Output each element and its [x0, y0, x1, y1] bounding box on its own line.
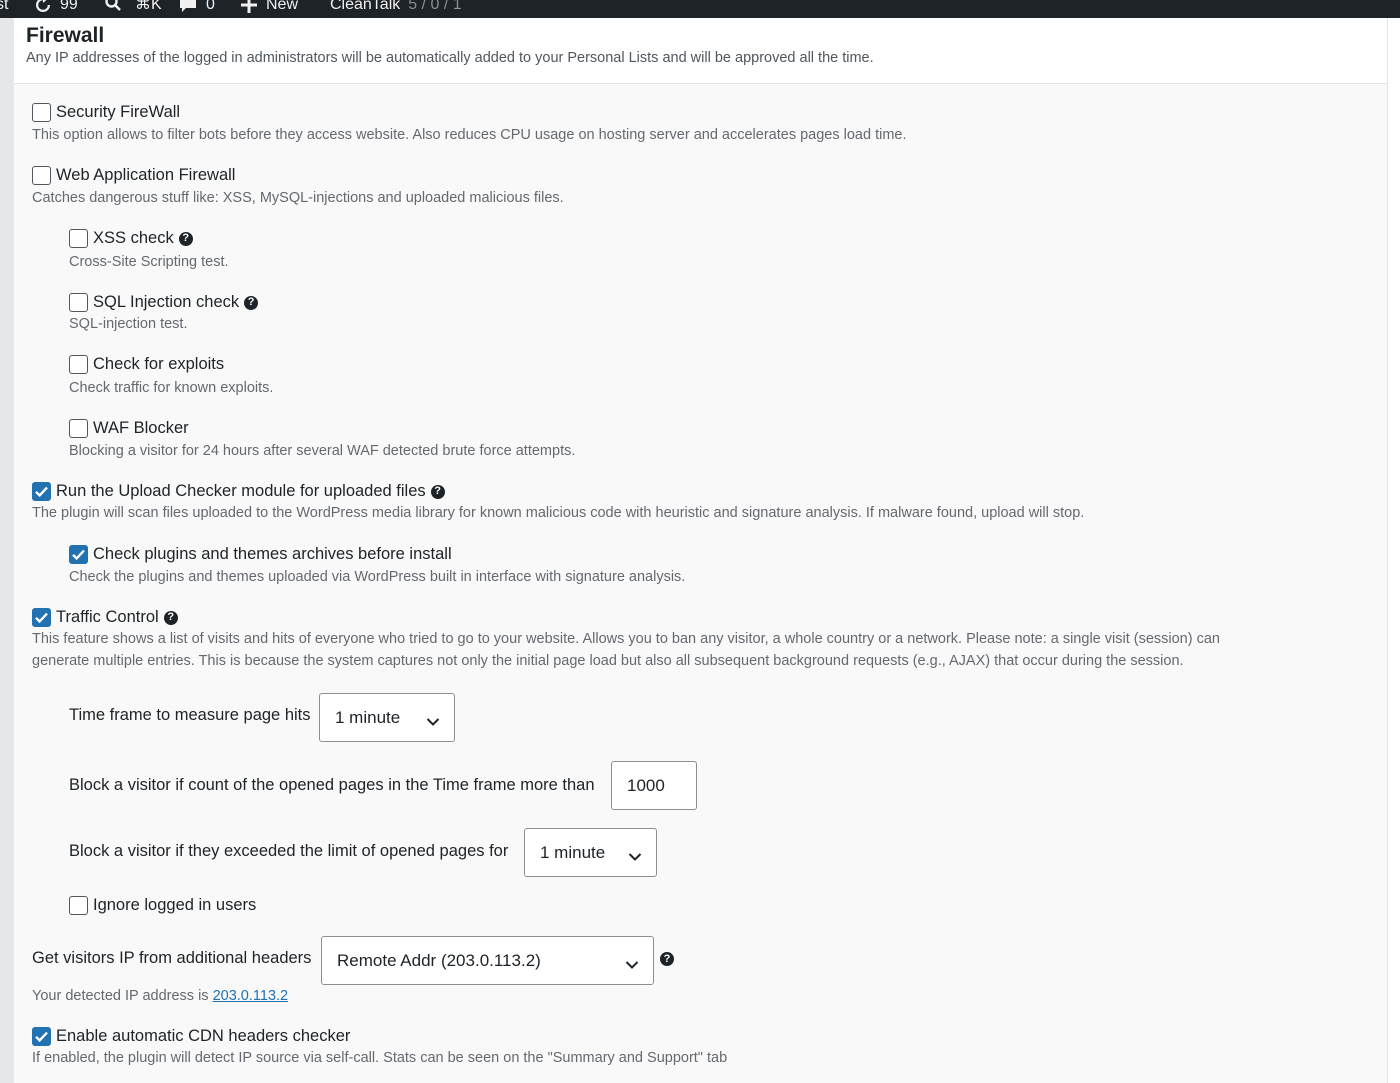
page-limit-value: 1000: [627, 775, 665, 795]
option-ignore-logged[interactable]: Ignore logged in users: [69, 896, 256, 915]
option-upload-checker[interactable]: Run the Upload Checker module for upload…: [32, 482, 445, 501]
upload-checker-desc: The plugin will scan files uploaded to t…: [32, 505, 1085, 521]
archives-check-label: Check plugins and themes archives before…: [93, 545, 452, 563]
option-traffic-control[interactable]: Traffic Control ?: [32, 608, 178, 627]
waf-checkbox[interactable]: [32, 166, 51, 185]
exploits-label: Check for exploits: [93, 355, 225, 373]
block-period-label: Block a visitor if they exceeded the lim…: [69, 842, 509, 860]
security-firewall-desc: This option allows to filter bots before…: [32, 127, 907, 143]
chevron-down-icon: [625, 955, 639, 975]
cdn-checker-label: Enable automatic CDN headers checker: [56, 1027, 351, 1045]
admin-bar-plugin[interactable]: CleanTalk 5 / 0 / 1: [330, 0, 462, 16]
waf-blocker-checkbox[interactable]: [69, 419, 88, 438]
traffic-control-desc-line1: This feature shows a list of visits and …: [32, 631, 1220, 647]
chevron-down-icon: [426, 712, 440, 732]
page-limit-label: Block a visitor if count of the opened p…: [69, 776, 595, 794]
xss-check-label: XSS check: [93, 229, 174, 247]
comments-icon: [178, 0, 198, 14]
help-icon[interactable]: ?: [178, 231, 193, 246]
admin-bar-site[interactable]: st: [0, 0, 8, 16]
checkmark-icon: [72, 549, 85, 561]
cdn-checker-desc: If enabled, the plugin will detect IP so…: [32, 1050, 728, 1066]
block-period-value: 1 minute: [540, 842, 606, 862]
archives-check-checkbox[interactable]: [69, 545, 88, 564]
admin-bar-comments[interactable]: 0: [178, 0, 215, 16]
upload-checker-checkbox[interactable]: [32, 482, 51, 501]
search-icon: [104, 0, 122, 12]
sql-check-desc: SQL-injection test.: [69, 316, 188, 332]
checkmark-icon: [35, 612, 48, 624]
ip-headers-label: Get visitors IP from additional headers: [32, 949, 312, 967]
updates-count: 99: [60, 0, 78, 13]
xss-check-checkbox[interactable]: [69, 229, 88, 248]
waf-label: Web Application Firewall: [56, 166, 236, 184]
detected-ip-prefix: Your detected IP address is: [32, 988, 209, 1004]
option-security-firewall[interactable]: Security FireWall: [32, 103, 180, 122]
sql-check-label: SQL Injection check: [93, 293, 240, 311]
ip-headers-select[interactable]: Remote Addr (203.0.113.2): [321, 936, 654, 985]
traffic-control-checkbox[interactable]: [32, 608, 51, 627]
waf-blocker-desc: Blocking a visitor for 24 hours after se…: [69, 443, 576, 459]
time-frame-value: 1 minute: [335, 707, 401, 727]
ignore-logged-label: Ignore logged in users: [93, 896, 257, 914]
checkmark-icon: [35, 1031, 48, 1043]
help-icon[interactable]: ?: [430, 484, 445, 499]
xss-check-desc: Cross-Site Scripting test.: [69, 254, 229, 270]
admin-bar: st 99 ⌘K 0 New CleanTalk 5 / 0 / 1: [0, 0, 1400, 18]
admin-bar-updates[interactable]: 99: [34, 0, 78, 16]
option-exploits[interactable]: Check for exploits: [69, 355, 224, 374]
scrollbar-gutter[interactable]: [1387, 18, 1400, 1083]
plugin-counts: 5 / 0 / 1: [408, 0, 462, 13]
sql-check-checkbox[interactable]: [69, 293, 88, 312]
section-header: Firewall Any IP addresses of the logged …: [14, 18, 1387, 84]
section-title: Firewall: [26, 24, 105, 47]
exploits-desc: Check traffic for known exploits.: [69, 380, 274, 396]
new-label: New: [266, 0, 299, 13]
help-icon[interactable]: ?: [163, 610, 178, 625]
option-archives-check[interactable]: Check plugins and themes archives before…: [69, 545, 452, 564]
plus-icon: [240, 0, 258, 14]
admin-bar-new[interactable]: New: [240, 0, 298, 16]
exploits-checkbox[interactable]: [69, 355, 88, 374]
block-period-select[interactable]: 1 minute: [524, 828, 657, 877]
time-frame-label: Time frame to measure page hits: [69, 706, 311, 724]
option-waf[interactable]: Web Application Firewall: [32, 166, 235, 185]
traffic-control-label: Traffic Control: [56, 608, 159, 626]
waf-desc: Catches dangerous stuff like: XSS, MySQL…: [32, 190, 564, 206]
cdn-checker-checkbox[interactable]: [32, 1027, 51, 1046]
option-cdn-checker[interactable]: Enable automatic CDN headers checker: [32, 1027, 350, 1046]
ignore-logged-checkbox[interactable]: [69, 896, 88, 915]
ip-headers-value: Remote Addr (203.0.113.2): [337, 950, 541, 970]
option-xss-check[interactable]: XSS check ?: [69, 229, 193, 248]
checkmark-icon: [35, 486, 48, 498]
security-firewall-label: Security FireWall: [56, 103, 181, 121]
archives-check-desc: Check the plugins and themes uploaded vi…: [69, 569, 686, 585]
admin-menu-edge: [0, 18, 14, 1083]
option-sql-check[interactable]: SQL Injection check ?: [69, 293, 259, 312]
updates-icon: [34, 0, 52, 14]
option-waf-blocker[interactable]: WAF Blocker: [69, 419, 189, 438]
time-frame-select[interactable]: 1 minute: [319, 693, 455, 742]
security-firewall-checkbox[interactable]: [32, 103, 51, 122]
section-subtitle: Any IP addresses of the logged in admini…: [26, 50, 874, 66]
plugin-label: CleanTalk: [330, 0, 401, 13]
detected-ip-link[interactable]: 203.0.113.2: [213, 988, 289, 1004]
upload-checker-label: Run the Upload Checker module for upload…: [56, 482, 426, 500]
detected-ip-line: Your detected IP address is 203.0.113.2: [32, 988, 288, 1004]
page-limit-input[interactable]: 1000: [611, 761, 697, 810]
admin-bar-shortcut[interactable]: ⌘K: [135, 0, 162, 16]
admin-bar-site-label: st: [0, 0, 9, 13]
admin-bar-search[interactable]: [104, 0, 122, 12]
help-icon[interactable]: ?: [244, 295, 259, 310]
waf-blocker-label: WAF Blocker: [93, 419, 189, 437]
shortcut-label: ⌘K: [135, 0, 162, 13]
chevron-down-icon: [628, 847, 642, 867]
help-icon[interactable]: ?: [660, 952, 674, 966]
firewall-settings-panel: Firewall Any IP addresses of the logged …: [14, 18, 1387, 1083]
traffic-control-desc-line2: generate multiple entries. This is becau…: [32, 653, 1184, 669]
comments-count: 0: [206, 0, 215, 13]
